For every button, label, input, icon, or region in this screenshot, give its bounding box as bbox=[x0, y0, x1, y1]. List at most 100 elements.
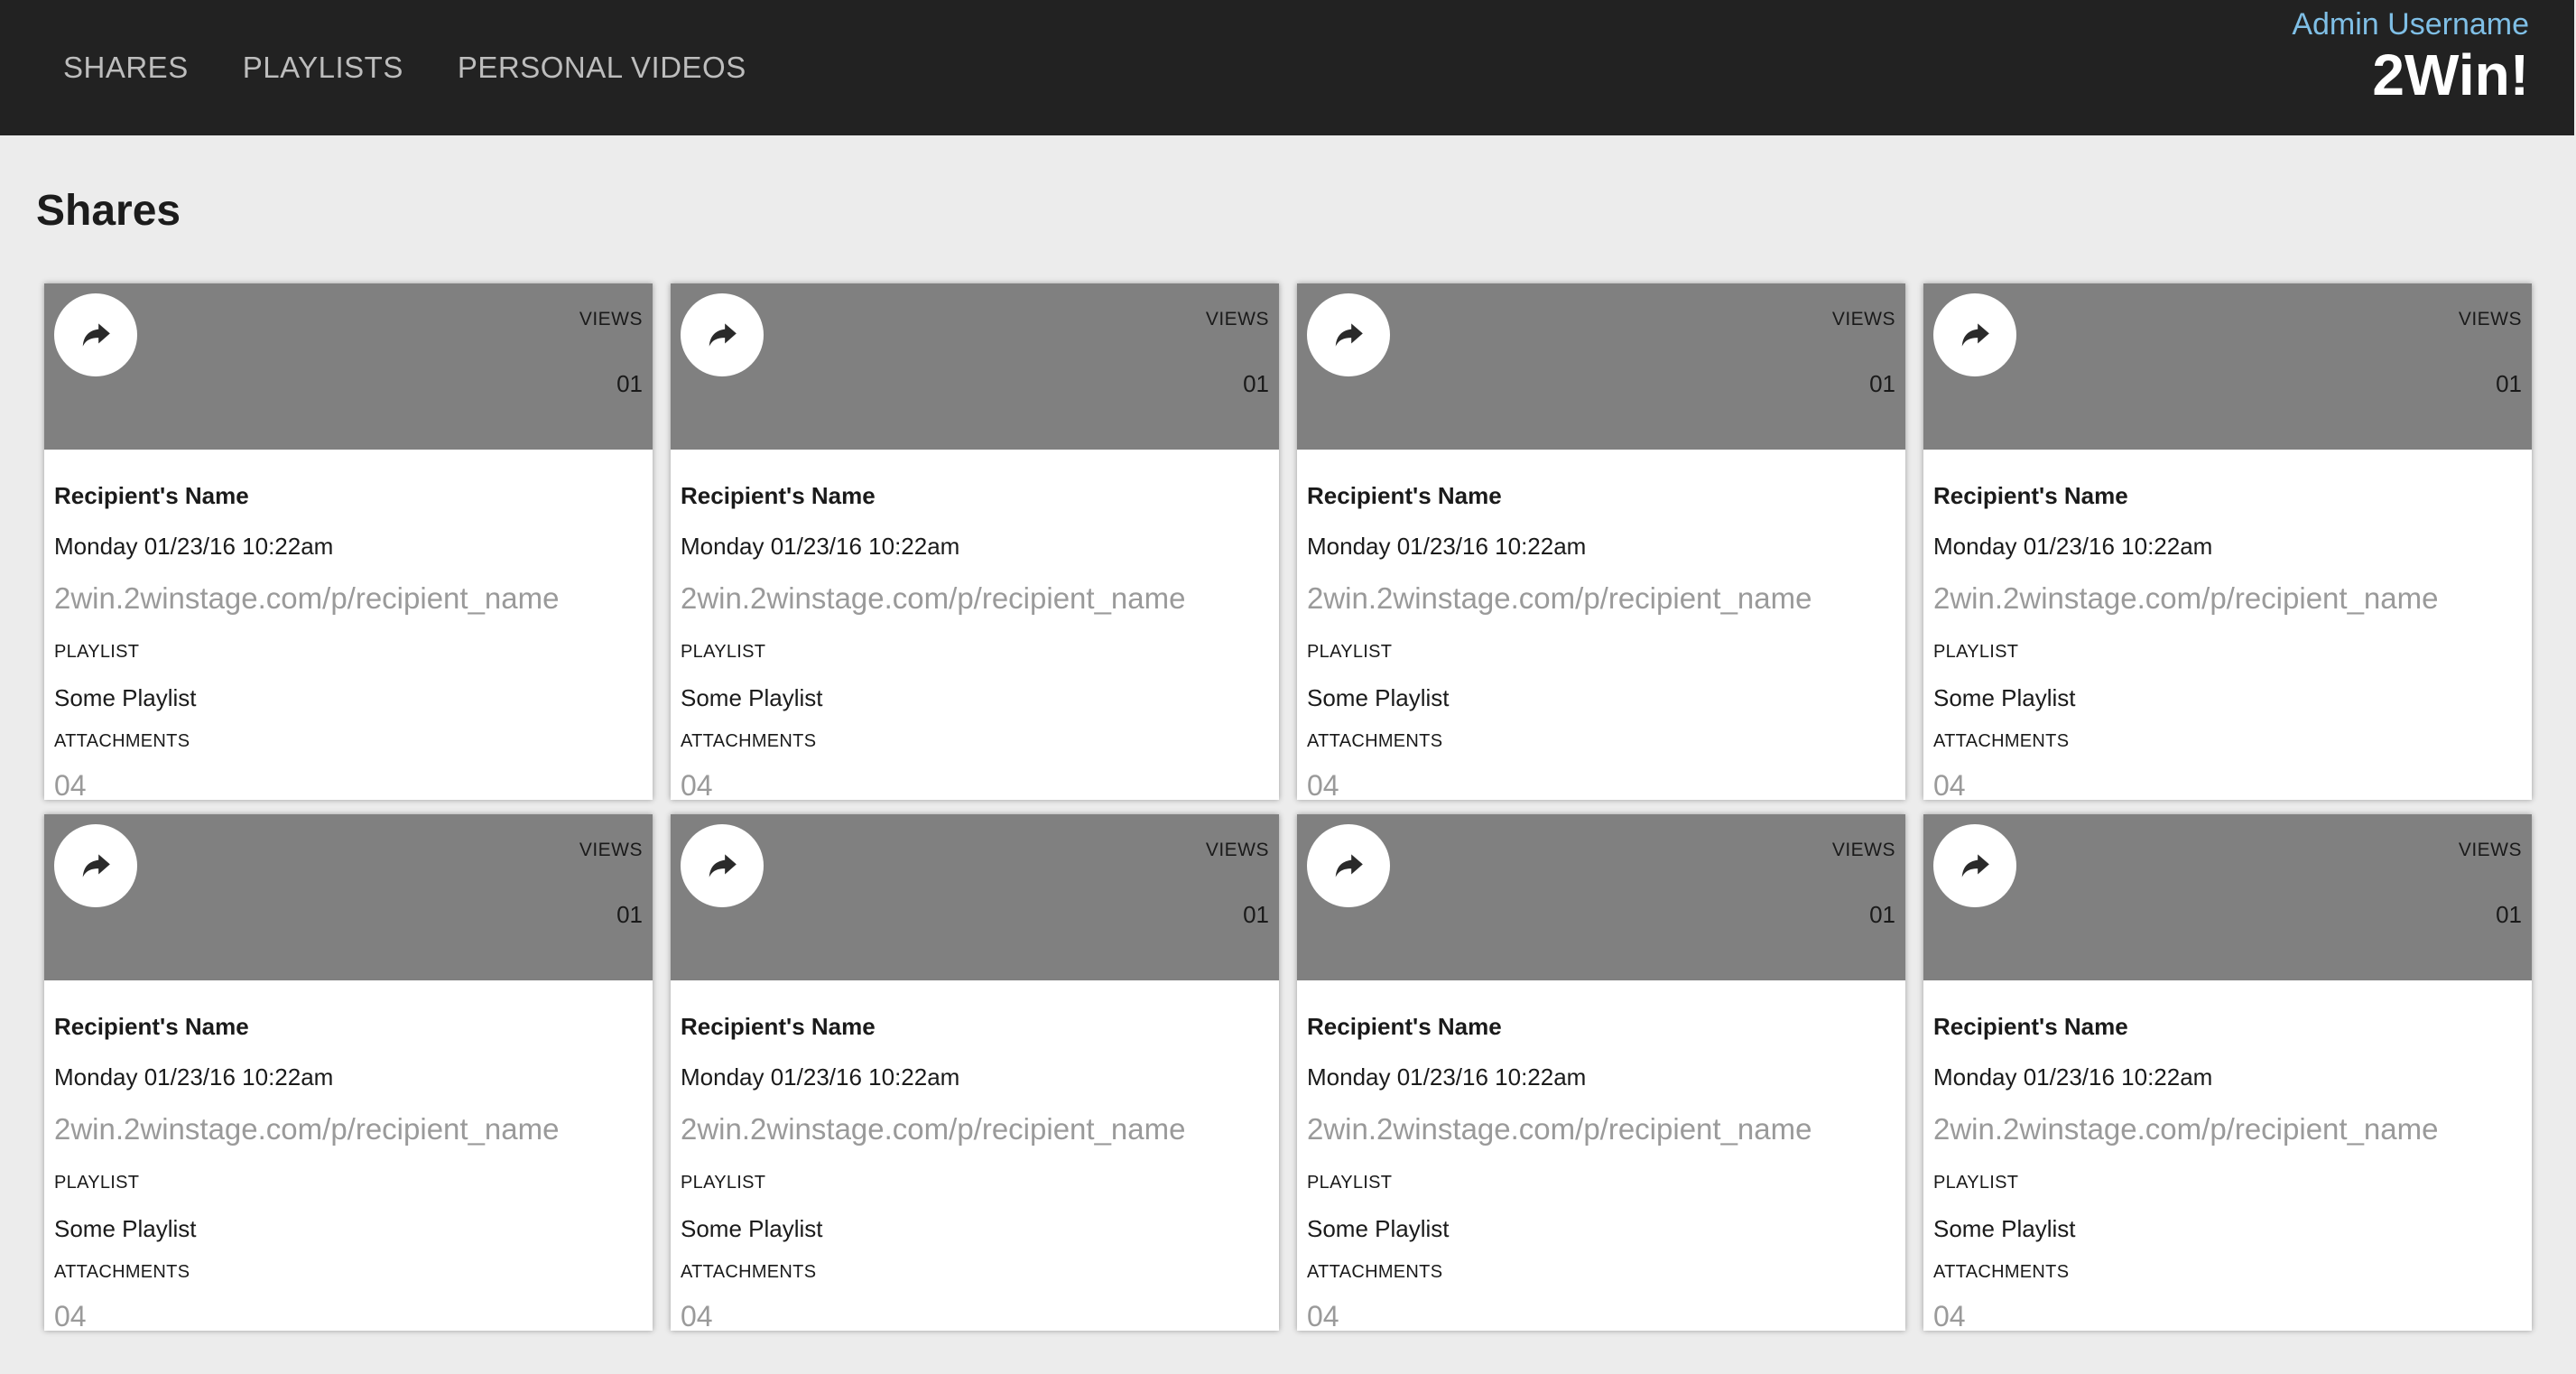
share-card-body: Recipient's Name Monday 01/23/16 10:22am… bbox=[1923, 980, 2532, 1332]
attachments-count: 04 bbox=[54, 769, 87, 802]
share-link[interactable]: 2win.2winstage.com/p/recipient_name bbox=[1307, 581, 1812, 616]
share-card: VIEWS 01 Recipient's Name Monday 01/23/1… bbox=[44, 814, 653, 1332]
share-link[interactable]: 2win.2winstage.com/p/recipient_name bbox=[681, 1112, 1185, 1147]
views-count: 01 bbox=[2496, 901, 2522, 928]
playlist-label: PLAYLIST bbox=[1307, 1173, 1393, 1193]
page-title: Shares bbox=[36, 187, 181, 235]
attachments-count: 04 bbox=[681, 769, 713, 802]
share-date: Monday 01/23/16 10:22am bbox=[1933, 533, 2213, 560]
share-arrow-icon bbox=[1961, 854, 1989, 877]
views-label: VIEWS bbox=[579, 309, 643, 330]
share-button[interactable] bbox=[1307, 824, 1390, 907]
playlist-label: PLAYLIST bbox=[681, 1173, 766, 1193]
playlist-label: PLAYLIST bbox=[1307, 642, 1393, 662]
recipient-name: Recipient's Name bbox=[54, 1013, 249, 1040]
share-card-body: Recipient's Name Monday 01/23/16 10:22am… bbox=[1297, 980, 1905, 1332]
playlist-label: PLAYLIST bbox=[1933, 642, 2019, 662]
share-button[interactable] bbox=[681, 824, 764, 907]
share-date: Monday 01/23/16 10:22am bbox=[1933, 1063, 2213, 1091]
recipient-name: Recipient's Name bbox=[681, 1013, 876, 1040]
recipient-name: Recipient's Name bbox=[1307, 1013, 1502, 1040]
views-count: 01 bbox=[1243, 370, 1269, 397]
attachments-label: ATTACHMENTS bbox=[1933, 1262, 2070, 1282]
attachments-label: ATTACHMENTS bbox=[1933, 731, 2070, 751]
share-button[interactable] bbox=[681, 293, 764, 376]
views-label: VIEWS bbox=[1831, 309, 1895, 330]
playlist-name[interactable]: Some Playlist bbox=[54, 1215, 197, 1243]
share-button[interactable] bbox=[54, 824, 137, 907]
attachments-label: ATTACHMENTS bbox=[54, 1262, 190, 1282]
playlist-name[interactable]: Some Playlist bbox=[1307, 684, 1450, 712]
share-button[interactable] bbox=[1307, 293, 1390, 376]
share-card-body: Recipient's Name Monday 01/23/16 10:22am… bbox=[671, 450, 1279, 802]
playlist-name[interactable]: Some Playlist bbox=[1307, 1215, 1450, 1243]
views-count: 01 bbox=[2496, 370, 2522, 397]
share-card: VIEWS 01 Recipient's Name Monday 01/23/1… bbox=[1923, 814, 2532, 1332]
share-card-header: VIEWS 01 bbox=[44, 283, 653, 450]
playlist-label: PLAYLIST bbox=[681, 642, 766, 662]
share-button[interactable] bbox=[54, 293, 137, 376]
attachments-count: 04 bbox=[681, 1300, 713, 1332]
attachments-label: ATTACHMENTS bbox=[1307, 731, 1443, 751]
playlist-name[interactable]: Some Playlist bbox=[54, 684, 197, 712]
share-card-body: Recipient's Name Monday 01/23/16 10:22am… bbox=[1923, 450, 2532, 802]
attachments-count: 04 bbox=[54, 1300, 87, 1332]
nav-item-playlists[interactable]: PLAYLISTS bbox=[243, 51, 403, 85]
recipient-name: Recipient's Name bbox=[681, 482, 876, 509]
share-arrow-icon bbox=[1335, 323, 1363, 347]
share-card-header: VIEWS 01 bbox=[1923, 283, 2532, 450]
attachments-label: ATTACHMENTS bbox=[681, 731, 817, 751]
share-card: VIEWS 01 Recipient's Name Monday 01/23/1… bbox=[671, 814, 1279, 1332]
recipient-name: Recipient's Name bbox=[1933, 482, 2128, 509]
share-date: Monday 01/23/16 10:22am bbox=[1307, 1063, 1587, 1091]
share-card-body: Recipient's Name Monday 01/23/16 10:22am… bbox=[44, 450, 653, 802]
nav-item-personal-videos[interactable]: PERSONAL VIDEOS bbox=[458, 51, 746, 85]
playlist-name[interactable]: Some Playlist bbox=[681, 684, 823, 712]
share-link[interactable]: 2win.2winstage.com/p/recipient_name bbox=[1933, 1112, 2438, 1147]
share-link[interactable]: 2win.2winstage.com/p/recipient_name bbox=[54, 581, 559, 616]
share-link[interactable]: 2win.2winstage.com/p/recipient_name bbox=[1933, 581, 2438, 616]
share-arrow-icon bbox=[82, 854, 110, 877]
views-count: 01 bbox=[616, 901, 643, 928]
attachments-count: 04 bbox=[1307, 1300, 1339, 1332]
share-card-header: VIEWS 01 bbox=[671, 814, 1279, 980]
attachments-count: 04 bbox=[1307, 769, 1339, 802]
recipient-name: Recipient's Name bbox=[1933, 1013, 2128, 1040]
attachments-count: 04 bbox=[1933, 769, 1966, 802]
share-card-header: VIEWS 01 bbox=[1297, 283, 1905, 450]
views-label: VIEWS bbox=[2458, 309, 2522, 330]
playlist-name[interactable]: Some Playlist bbox=[1933, 684, 2076, 712]
share-card-body: Recipient's Name Monday 01/23/16 10:22am… bbox=[44, 980, 653, 1332]
share-arrow-icon bbox=[709, 323, 737, 347]
share-link[interactable]: 2win.2winstage.com/p/recipient_name bbox=[1307, 1112, 1812, 1147]
share-arrow-icon bbox=[82, 323, 110, 347]
share-link[interactable]: 2win.2winstage.com/p/recipient_name bbox=[681, 581, 1185, 616]
share-card-body: Recipient's Name Monday 01/23/16 10:22am… bbox=[671, 980, 1279, 1332]
share-card-header: VIEWS 01 bbox=[1297, 814, 1905, 980]
recipient-name: Recipient's Name bbox=[54, 482, 249, 509]
share-button[interactable] bbox=[1933, 293, 2016, 376]
top-navigation-bar: SHARES PLAYLISTS PERSONAL VIDEOS Admin U… bbox=[0, 0, 2574, 135]
nav-item-shares[interactable]: SHARES bbox=[63, 51, 189, 85]
share-arrow-icon bbox=[1961, 323, 1989, 347]
share-card-body: Recipient's Name Monday 01/23/16 10:22am… bbox=[1297, 450, 1905, 802]
share-card-header: VIEWS 01 bbox=[44, 814, 653, 980]
admin-username-link[interactable]: Admin Username bbox=[2292, 7, 2529, 42]
playlist-name[interactable]: Some Playlist bbox=[681, 1215, 823, 1243]
recipient-name: Recipient's Name bbox=[1307, 482, 1502, 509]
share-date: Monday 01/23/16 10:22am bbox=[54, 533, 334, 560]
views-label: VIEWS bbox=[2458, 840, 2522, 860]
views-label: VIEWS bbox=[1205, 840, 1269, 860]
share-card: VIEWS 01 Recipient's Name Monday 01/23/1… bbox=[44, 283, 653, 802]
playlist-label: PLAYLIST bbox=[1933, 1173, 2019, 1193]
share-link[interactable]: 2win.2winstage.com/p/recipient_name bbox=[54, 1112, 559, 1147]
playlist-name[interactable]: Some Playlist bbox=[1933, 1215, 2076, 1243]
share-date: Monday 01/23/16 10:22am bbox=[681, 1063, 960, 1091]
shares-grid: VIEWS 01 Recipient's Name Monday 01/23/1… bbox=[44, 283, 2532, 1332]
share-button[interactable] bbox=[1933, 824, 2016, 907]
share-date: Monday 01/23/16 10:22am bbox=[1307, 533, 1587, 560]
share-card: VIEWS 01 Recipient's Name Monday 01/23/1… bbox=[671, 283, 1279, 802]
share-arrow-icon bbox=[709, 854, 737, 877]
views-label: VIEWS bbox=[1831, 840, 1895, 860]
attachments-label: ATTACHMENTS bbox=[1307, 1262, 1443, 1282]
